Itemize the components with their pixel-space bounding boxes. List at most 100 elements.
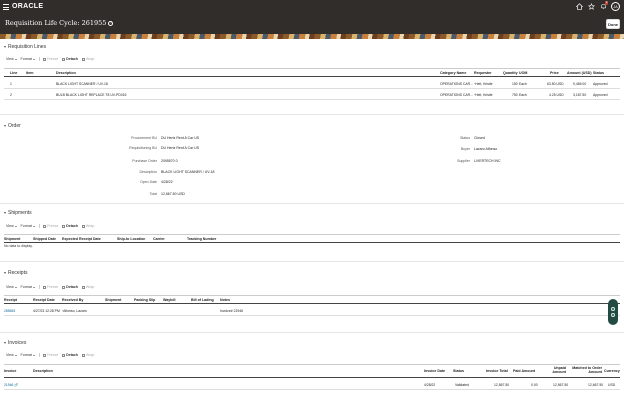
open-date-label: Open Date [140,180,157,184]
page-title-wrap: Requisition Life Cycle: 261955 ? [5,19,114,27]
wrap-button[interactable]: Wrap [82,224,94,228]
section-title: Receipts [8,270,28,276]
freeze-icon [43,224,47,228]
col-invoice-date: Invoice Date [424,369,446,373]
navigator-menu-icon[interactable] [3,4,9,10]
home-icon[interactable] [575,2,583,11]
attachment-icon[interactable]: 🔗 [14,383,18,387]
supplier-link[interactable]: LIVERTECH INC [474,159,501,163]
notifications-bell-icon[interactable]: 2 [599,0,608,11]
col-amount: Amount (USD) [567,71,592,75]
collapse-icon[interactable] [4,46,6,48]
detach-icon [62,224,66,228]
wrap-icon [82,224,86,228]
col-description: Description [56,71,76,75]
purchase-order-link[interactable]: 2095570 0 [161,159,178,163]
col-carrier: Carrier [153,237,165,241]
col-ship-to: Ship-to Location [117,237,146,241]
col-description: Description [33,369,53,373]
freeze-button[interactable]: Freeze [43,224,58,228]
help-icon[interactable]: ? [108,20,114,26]
format-menu[interactable]: Format [21,224,35,228]
receipt-link[interactable]: 285653 [4,309,15,313]
col-invoice-total: Invoice Total [486,369,508,373]
col-tracking: Tracking Number [187,237,217,241]
toolbar-divider [38,57,40,61]
description-label: Description [139,170,157,174]
table-row[interactable]: 1 BLACK LIGHT SCANNER / UV-18 OPERATIONS… [4,78,620,89]
freeze-button[interactable]: Freeze [43,57,58,61]
procurement-bu-label: Procurement BU [131,136,157,140]
view-menu[interactable]: View [6,224,17,228]
col-quantity: Quantity [503,71,518,75]
favorites-star-icon[interactable] [587,2,595,11]
wrap-icon [82,285,86,289]
wrap-button[interactable]: Wrap [82,353,94,357]
format-menu[interactable]: Format [21,285,35,289]
total-value: 12,667.50 USD [161,192,185,196]
col-shipped-date: Shipped Date [33,237,56,241]
detach-icon [62,353,66,357]
table-row[interactable]: 2 BULB BLACK LIGHT REPLACE T8 UV-PD015 O… [4,89,620,100]
freeze-icon [43,353,47,357]
section-divider [0,332,624,333]
section-divider [0,203,624,204]
view-menu[interactable]: View [6,57,17,61]
user-avatar[interactable]: JA [611,2,620,11]
requisition-lines-header: Line Item Description Category Name Requ… [4,68,620,77]
invoices-header: Invoice Description Invoice Date Status … [4,364,620,378]
format-menu[interactable]: Format [21,57,35,61]
collapse-icon[interactable] [4,212,6,214]
section-invoices[interactable]: Invoices [4,340,26,346]
col-notes: Notes [220,298,230,302]
view-menu[interactable]: View [6,353,17,357]
col-expected-receipt: Expected Receipt Date [62,237,101,241]
section-order[interactable]: Order [4,123,21,129]
freeze-button[interactable]: Freeze [43,285,58,289]
collapse-icon[interactable] [4,342,6,344]
collapse-icon[interactable] [4,125,6,127]
wrap-button[interactable]: Wrap [82,57,94,61]
view-menu[interactable]: View [6,285,17,289]
table-row[interactable]: 21946 🔗 4/28/22 Validated 12,567.50 0.00… [4,379,620,390]
invoice-link[interactable]: 21946 🔗 [4,383,19,387]
col-received-by: Received By [62,298,84,302]
detach-button[interactable]: Detach [62,224,78,228]
format-menu[interactable]: Format [21,353,35,357]
section-shipments[interactable]: Shipments [4,210,32,216]
col-waybill: Waybill [163,298,176,302]
col-category: Category Name [440,71,467,75]
freeze-button[interactable]: Freeze [43,353,58,357]
assistant-icon [611,313,615,317]
open-date-value: 4/28/22 [161,180,173,184]
section-requisition-lines[interactable]: Requisition Lines [4,44,46,50]
col-status: Status [593,71,604,75]
page-title: Requisition Life Cycle: 261955 [5,19,107,27]
done-button[interactable]: Done [606,19,620,29]
table-row[interactable]: 285653 4/27/23 12:28 PM *Alfonso, Lazaro… [4,305,620,316]
receipts-header: Receipt Receipt Date Received By Shipmen… [4,295,620,304]
col-line: Line [10,71,18,75]
detach-button[interactable]: Detach [62,285,78,289]
col-unpaid-amount: Unpaid Amount [552,366,566,375]
wrap-button[interactable]: Wrap [82,285,94,289]
detach-button[interactable]: Detach [62,57,78,61]
status-label: Status [460,136,470,140]
page-header: Requisition Life Cycle: 261955 ? Done [0,14,624,34]
col-shipment: Shipment [105,298,122,302]
col-bill-of-lading: Bill of Lading [191,298,214,302]
procurement-bu-value: DU Hertz Rent A Car US [161,136,200,140]
collapse-icon[interactable] [4,272,6,274]
detach-button[interactable]: Detach [62,353,78,357]
section-title: Requisition Lines [8,44,47,50]
digital-assistant-button[interactable] [608,299,618,325]
toolbar-divider [38,285,40,289]
status-value: Closed [474,136,485,140]
section-title: Shipments [8,210,32,216]
empty-state: No data to display. [4,244,33,248]
table-toolbar: View Format Freeze Detach Wrap [6,285,94,289]
freeze-icon [43,285,47,289]
section-receipts[interactable]: Receipts [4,270,27,276]
detach-icon [62,285,66,289]
description-value: BLACK LIGHT SCANNER / UV-18 [161,170,215,174]
